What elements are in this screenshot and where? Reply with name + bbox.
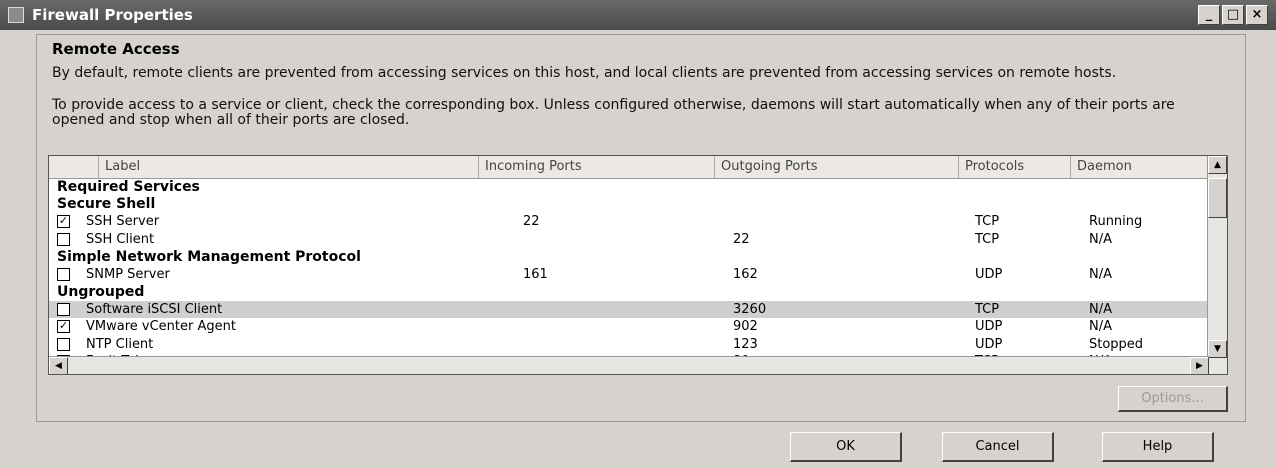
incoming-ports-cell: 161 xyxy=(523,266,548,282)
maximize-button[interactable]: □ xyxy=(1222,5,1244,25)
scroll-down-icon[interactable]: ▼ xyxy=(1208,340,1227,358)
services-table: Label Incoming Ports Outgoing Ports Prot… xyxy=(48,155,1228,375)
table-row[interactable]: SSH Client 22 TCP N/A xyxy=(49,231,1209,249)
outgoing-ports-cell: 22 xyxy=(733,231,750,247)
group-header-row: Ungrouped xyxy=(49,283,1209,301)
options-button[interactable]: Options... xyxy=(1118,386,1228,412)
service-checkbox[interactable] xyxy=(57,302,70,316)
section-title: Remote Access xyxy=(52,40,180,58)
daemon-status-cell: Running xyxy=(1089,214,1143,230)
table-row[interactable]: SNMP Server 161 162 UDP N/A xyxy=(49,266,1209,284)
description-paragraph-1: By default, remote clients are prevented… xyxy=(52,65,1117,81)
service-label: SSH Client xyxy=(86,231,155,247)
daemon-status-cell: N/A xyxy=(1089,301,1112,317)
group-label: Ungrouped xyxy=(57,283,145,300)
vertical-scrollbar[interactable]: ▲ ▼ xyxy=(1207,156,1227,374)
window-title: Firewall Properties xyxy=(32,6,193,24)
header-label[interactable]: Label xyxy=(99,156,479,178)
outgoing-ports-cell: 3260 xyxy=(733,301,767,317)
description-paragraph-2: To provide access to a service or client… xyxy=(52,97,1175,128)
group-label: Required Services xyxy=(57,178,200,195)
protocol-cell: UDP xyxy=(975,319,1003,335)
scroll-left-icon[interactable]: ◀ xyxy=(49,357,68,374)
daemon-status-cell: N/A xyxy=(1089,266,1112,282)
service-label: SSH Server xyxy=(86,214,160,230)
table-row[interactable]: ✓ SSH Server 22 TCP Running xyxy=(49,213,1209,231)
outgoing-ports-cell: 123 xyxy=(733,336,758,352)
outgoing-ports-cell: 162 xyxy=(733,266,758,282)
service-checkbox[interactable] xyxy=(57,232,70,246)
close-button[interactable]: × xyxy=(1246,5,1268,25)
service-checkbox[interactable]: ✓ xyxy=(57,320,70,334)
service-checkbox[interactable]: ✓ xyxy=(57,215,70,229)
group-header-row: Required Services xyxy=(49,178,1209,196)
scroll-right-icon[interactable]: ▶ xyxy=(1190,357,1209,374)
protocol-cell: TCP xyxy=(975,301,1000,317)
group-header-row: Secure Shell xyxy=(49,196,1209,214)
protocol-cell: UDP xyxy=(975,266,1003,282)
table-body: Required Services Secure Shell ✓ SSH Server… xyxy=(49,178,1209,371)
protocol-cell: TCP xyxy=(975,214,1000,230)
incoming-ports-cell: 22 xyxy=(523,214,540,230)
header-incoming-ports[interactable]: Incoming Ports xyxy=(479,156,715,178)
group-label: Simple Network Management Protocol xyxy=(57,248,361,265)
scroll-thumb[interactable] xyxy=(1208,178,1227,218)
service-label: VMware vCenter Agent xyxy=(86,319,236,335)
service-checkbox[interactable] xyxy=(57,337,70,351)
header-checkbox-col[interactable] xyxy=(49,156,99,178)
group-label: Secure Shell xyxy=(57,196,156,213)
horizontal-scrollbar[interactable]: ◀ ▶ xyxy=(49,356,1209,374)
outgoing-ports-cell: 902 xyxy=(733,319,758,335)
minimize-button[interactable]: _ xyxy=(1198,5,1220,25)
header-protocols[interactable]: Protocols xyxy=(959,156,1071,178)
service-label: NTP Client xyxy=(86,336,154,352)
service-label: SNMP Server xyxy=(86,266,170,282)
service-checkbox[interactable] xyxy=(57,267,70,281)
table-row[interactable]: Software iSCSI Client 3260 TCP N/A xyxy=(49,300,1209,318)
table-row[interactable]: ✓ VMware vCenter Agent 902 UDP N/A xyxy=(49,318,1209,336)
service-label: Software iSCSI Client xyxy=(86,301,223,317)
app-icon xyxy=(8,7,24,23)
table-row[interactable]: NTP Client 123 UDP Stopped xyxy=(49,336,1209,354)
table-header: Label Incoming Ports Outgoing Ports Prot… xyxy=(49,156,1209,179)
header-outgoing-ports[interactable]: Outgoing Ports xyxy=(715,156,959,178)
protocol-cell: TCP xyxy=(975,231,1000,247)
title-bar: Firewall Properties _ □ × xyxy=(0,0,1276,30)
firewall-properties-window: Firewall Properties _ □ × Remote Access … xyxy=(0,0,1276,468)
daemon-status-cell: N/A xyxy=(1089,231,1112,247)
group-header-row: Simple Network Management Protocol xyxy=(49,248,1209,266)
daemon-status-cell: N/A xyxy=(1089,319,1112,335)
scroll-up-icon[interactable]: ▲ xyxy=(1208,156,1227,174)
help-button[interactable]: Help xyxy=(1102,432,1214,462)
window-controls: _ □ × xyxy=(1198,5,1268,25)
cancel-button[interactable]: Cancel xyxy=(942,432,1054,462)
ok-button[interactable]: OK xyxy=(790,432,902,462)
protocol-cell: UDP xyxy=(975,336,1003,352)
header-daemon[interactable]: Daemon xyxy=(1071,156,1209,178)
daemon-status-cell: Stopped xyxy=(1089,336,1144,352)
